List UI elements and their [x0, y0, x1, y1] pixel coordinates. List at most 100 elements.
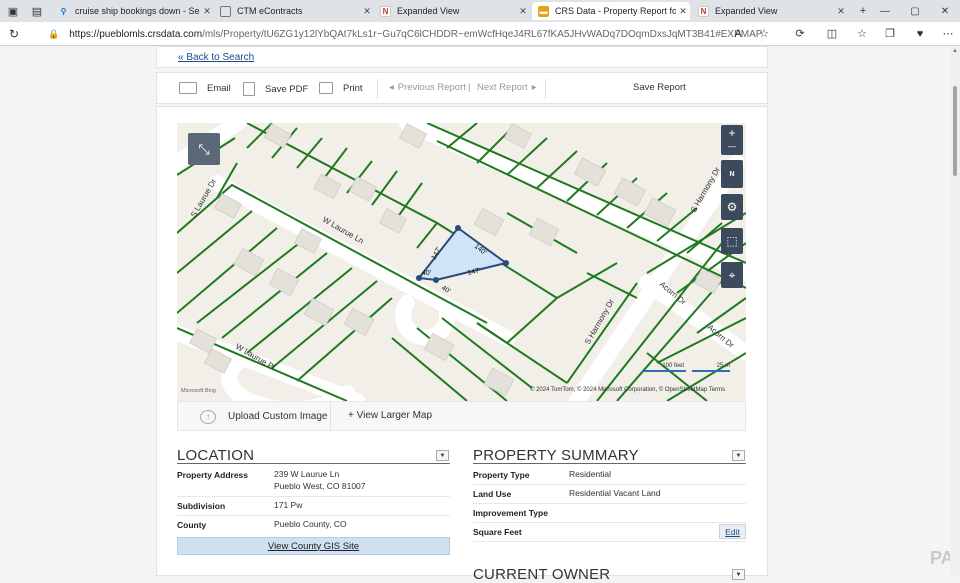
zoom-in-button[interactable]: + [728, 127, 735, 140]
section-divider [473, 463, 746, 464]
view-county-gis-button[interactable]: View County GIS Site [177, 537, 450, 555]
section-divider [177, 463, 450, 464]
compass-button[interactable]: N [721, 160, 743, 188]
floppy-icon [243, 82, 255, 96]
favorite-star-icon[interactable]: ☆ [756, 26, 772, 42]
lock-icon: 🔒 [48, 28, 60, 39]
select-box-icon: ⬚ [726, 234, 738, 248]
address-bar: ↻ 🔒 https://pueblomls.crsdata.com /mls/P… [0, 22, 960, 46]
lot-dimension: 147' [467, 267, 481, 277]
chevron-left-icon: ◂ [389, 82, 394, 93]
read-aloud-icon[interactable]: A [730, 26, 746, 42]
upload-custom-image-button[interactable]: ↑ Upload Custom Image [178, 402, 331, 431]
url-field[interactable]: 🔒 https://pueblomls.crsdata.com /mls/Pro… [40, 25, 780, 43]
crs-icon: ▬ [538, 5, 549, 17]
view-larger-map-link[interactable]: + View Larger Map [348, 410, 432, 421]
n-logo-icon: N [698, 5, 709, 17]
location-row-address: Property Address 239 W Laurue Ln Pueblo … [177, 469, 366, 491]
close-tab-icon[interactable]: ✕ [360, 6, 374, 17]
row-divider [473, 484, 746, 485]
scale-bar [642, 370, 686, 372]
report-toolbar: Email Save PDF Print ◂ Previous Report |… [156, 72, 768, 104]
split-screen-icon[interactable]: ◫ [824, 26, 840, 42]
workspaces-icon[interactable]: ▣ [2, 0, 24, 22]
map-canvas: S Laurue Dr W Laurue Ln W Laurue Pl S Ha… [177, 123, 746, 401]
close-window-icon[interactable]: ✕ [930, 0, 960, 22]
property-map[interactable]: S Laurue Dr W Laurue Ln W Laurue Pl S Ha… [177, 123, 746, 401]
collapse-arrows-icon: ⤡ [198, 140, 210, 157]
extensions-icon[interactable]: ⟳ [792, 26, 808, 42]
search-icon: ⚲ [60, 6, 67, 16]
chevron-down-icon: ▼ [439, 452, 446, 459]
edit-square-feet-button[interactable]: Edit [719, 524, 746, 539]
tab-actions-icon[interactable]: ▤ [26, 0, 48, 22]
back-to-search-link[interactable]: « Back to Search [178, 52, 254, 63]
print-button[interactable]: Print [319, 82, 363, 94]
divider [377, 79, 378, 99]
settings-button[interactable]: ⚙ [721, 194, 743, 220]
close-tab-icon[interactable]: ✕ [200, 6, 214, 17]
row-divider [473, 541, 746, 542]
map-scale-meters: 25 m [692, 363, 730, 372]
close-tab-icon[interactable]: ✕ [834, 6, 848, 17]
minimize-icon[interactable]: — [870, 0, 900, 22]
chevron-right-icon: ▸ [531, 82, 537, 93]
parcel-vertex [433, 277, 439, 283]
zoom-control: + — [721, 125, 743, 155]
tab-expanded-2[interactable]: N Expanded View ✕ [692, 2, 848, 20]
browser-essentials-icon[interactable]: ♥ [912, 26, 928, 42]
scroll-up-icon[interactable]: ▲ [952, 48, 958, 54]
map-footer: ↑ Upload Custom Image + View Larger Map [177, 401, 746, 431]
reload-icon[interactable]: ↻ [6, 26, 22, 42]
tab-crs-data[interactable]: ▬ CRS Data - Property Report for P ✕ [532, 2, 690, 20]
row-divider [177, 515, 450, 516]
save-report-button[interactable]: Save Report [633, 82, 686, 93]
zoom-out-button[interactable]: — [728, 140, 736, 153]
tab-expanded-1[interactable]: N Expanded View ✕ [374, 2, 530, 20]
back-panel: « Back to Search [156, 46, 768, 68]
url-host: https://pueblomls.crsdata.com [69, 28, 203, 40]
collapse-map-button[interactable]: ⤡ [188, 133, 220, 165]
property-summary-title: PROPERTY SUMMARY [473, 447, 639, 464]
more-menu-icon[interactable]: ⋯ [940, 26, 956, 42]
tab-ctm[interactable]: CTM eContracts ✕ [214, 2, 374, 20]
lot-dimension: 40' [440, 285, 451, 296]
summary-collapse-toggle[interactable]: ▼ [732, 450, 745, 461]
envelope-icon [179, 82, 197, 94]
gear-icon: ⚙ [726, 200, 738, 214]
map-attribution[interactable]: © 2024 TomTom, © 2024 Microsoft Corporat… [530, 387, 725, 393]
page-scrollbar[interactable]: ▲ [950, 46, 960, 576]
doc-icon [220, 5, 231, 17]
save-pdf-button[interactable]: Save PDF [243, 82, 308, 96]
lot-dimension: 40' [422, 270, 431, 277]
collections-icon[interactable]: ❐ [882, 26, 898, 42]
upload-icon: ↑ [200, 409, 216, 424]
owner-collapse-toggle[interactable]: ▼ [732, 569, 745, 580]
locate-button[interactable]: ⌖ [721, 262, 743, 288]
close-tab-icon[interactable]: ✕ [516, 6, 530, 17]
location-collapse-toggle[interactable]: ▼ [436, 450, 449, 461]
tab-search[interactable]: ⚲ cruise ship bookings down - Sea ✕ [52, 2, 214, 20]
row-divider [473, 503, 746, 504]
parcel-vertex [503, 260, 509, 266]
chevron-down-icon: ▼ [735, 571, 742, 578]
email-button[interactable]: Email [179, 82, 231, 94]
nav-divider: | [468, 82, 471, 93]
next-report-button[interactable]: Next Report ▸ [477, 82, 536, 93]
divider [545, 79, 546, 99]
scroll-thumb[interactable] [953, 86, 957, 176]
favorites-icon[interactable]: ☆ [854, 26, 870, 42]
scale-bar [692, 370, 730, 372]
previous-report-button[interactable]: ◂ Previous Report [389, 82, 466, 93]
select-area-button[interactable]: ⬚ [721, 228, 743, 254]
printer-icon [319, 82, 333, 94]
row-divider [177, 496, 450, 497]
crosshair-icon: ⌖ [728, 267, 736, 282]
maximize-icon[interactable]: ▢ [900, 0, 930, 22]
url-path: /mls/Property/tU6ZG1y12lYbQAt7kLs1r~Gu7q… [202, 28, 763, 40]
close-tab-icon[interactable]: ✕ [676, 6, 690, 17]
map-scale-feet: 100 feet [642, 363, 686, 372]
tab-strip: ▣ ▤ ⚲ cruise ship bookings down - Sea ✕ … [0, 0, 960, 22]
row-divider [473, 522, 746, 523]
chevron-down-icon: ▼ [735, 452, 742, 459]
